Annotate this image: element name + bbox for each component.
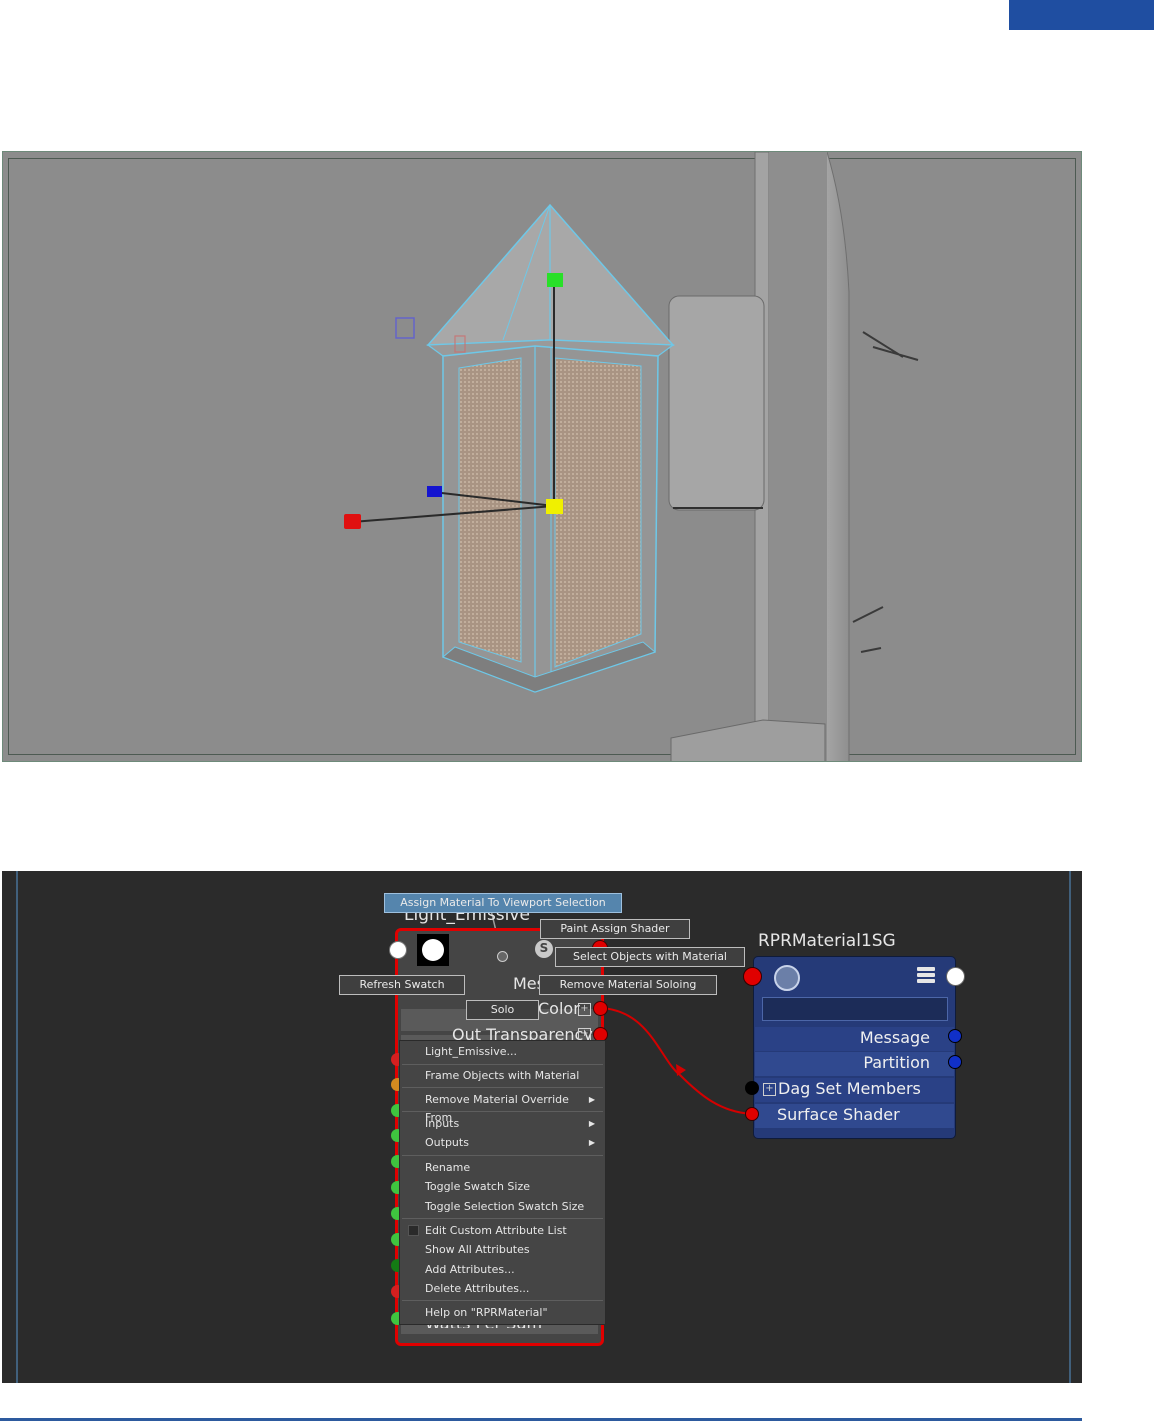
color-label: Color xyxy=(538,999,580,1018)
checkbox-icon[interactable] xyxy=(408,1225,419,1236)
shading-group-title: RPRMaterial1SG xyxy=(758,931,896,951)
gizmo-blue-square xyxy=(395,317,415,339)
material-swatch-icon[interactable] xyxy=(417,934,449,966)
sg-row-message[interactable]: Message xyxy=(755,1027,954,1051)
refresh-swatch-button[interactable]: Refresh Swatch xyxy=(339,975,465,995)
menu-item-show-all-attributes[interactable]: Show All Attributes xyxy=(425,1241,599,1259)
submenu-arrow-icon: ▶ xyxy=(588,1119,595,1128)
panel-divider xyxy=(1069,871,1071,1383)
submenu-arrow-icon: ▶ xyxy=(588,1138,595,1147)
solo-badge-icon[interactable]: S xyxy=(535,940,553,958)
radial-menu-center xyxy=(497,951,508,962)
3d-viewport[interactable] xyxy=(2,151,1082,762)
footer-rule xyxy=(0,1418,1082,1421)
menu-item-node-name[interactable]: Light_Emissive... xyxy=(425,1043,599,1061)
sg-surface-shader-port[interactable] xyxy=(745,1107,759,1121)
assign-material-button[interactable]: Assign Material To Viewport Selection xyxy=(384,893,622,913)
menu-item-toggle-swatch[interactable]: Toggle Swatch Size xyxy=(425,1178,599,1196)
node-context-menu[interactable]: Light_Emissive... Frame Objects with Mat… xyxy=(399,1040,606,1325)
menu-item-edit-custom-attribute-list[interactable]: Edit Custom Attribute List xyxy=(425,1222,599,1240)
expand-icon[interactable]: + xyxy=(578,1003,591,1016)
menu-item-help[interactable]: Help on "RPRMaterial" xyxy=(425,1304,599,1322)
paint-assign-shader-button[interactable]: Paint Assign Shader xyxy=(540,919,690,939)
manipulator-x-handle xyxy=(344,514,361,529)
sg-attr-label: Partition xyxy=(863,1053,930,1072)
sg-attr-label: + Dag Set Members xyxy=(763,1079,921,1098)
menu-item-add-attributes[interactable]: Add Attributes... xyxy=(425,1261,599,1279)
menu-item-toggle-selection-swatch[interactable]: Toggle Selection Swatch Size xyxy=(425,1198,599,1216)
sg-row-dag-set-members[interactable]: + Dag Set Members xyxy=(755,1078,954,1102)
remove-material-soloing-button[interactable]: Remove Material Soloing xyxy=(539,975,717,995)
viewport-scene xyxy=(344,152,919,761)
menu-item-frame-objects[interactable]: Frame Objects with Material xyxy=(425,1067,599,1085)
menu-item-rename[interactable]: Rename xyxy=(425,1159,599,1177)
sg-attr-label: Message xyxy=(859,1028,930,1047)
expand-icon[interactable]: + xyxy=(763,1083,776,1096)
sg-message-port[interactable] xyxy=(948,1029,962,1043)
menu-item-label: Inputs xyxy=(425,1117,460,1130)
sg-row-partition[interactable]: Partition xyxy=(755,1052,954,1076)
menu-item-outputs[interactable]: Outputs ▶ xyxy=(425,1134,599,1152)
manipulator-z-handle xyxy=(427,486,442,497)
sg-row-surface-shader[interactable]: Surface Shader xyxy=(755,1104,954,1128)
sg-output-port[interactable] xyxy=(946,967,965,986)
submenu-arrow-icon: ▶ xyxy=(588,1095,595,1104)
panel-divider xyxy=(16,871,18,1383)
solo-button[interactable]: Solo xyxy=(466,1000,539,1020)
select-objects-with-material-button[interactable]: Select Objects with Material xyxy=(555,947,745,967)
sg-attr-label: Surface Shader xyxy=(777,1105,900,1124)
sg-attr-text: Dag Set Members xyxy=(778,1079,921,1098)
header-accent-bar xyxy=(1009,0,1154,30)
shading-group-node[interactable]: Message Partition + Dag Set Members Surfa… xyxy=(753,956,956,1139)
shading-group-field[interactable] xyxy=(762,997,948,1021)
mounting-plate xyxy=(668,295,765,511)
manipulator-y-handle xyxy=(547,273,563,287)
node-input-port[interactable] xyxy=(389,941,407,959)
lantern-glass-right xyxy=(554,357,642,668)
sg-dag-port[interactable] xyxy=(745,1081,759,1095)
menu-item-label: Outputs xyxy=(425,1136,469,1149)
menu-item-remove-override[interactable]: Remove Material Override From ▶ xyxy=(425,1091,599,1124)
menu-item-inputs[interactable]: Inputs ▶ xyxy=(425,1115,599,1133)
sg-input-port[interactable] xyxy=(743,967,762,986)
attribute-list-icon[interactable] xyxy=(917,967,935,985)
menu-item-delete-attributes[interactable]: Delete Attributes... xyxy=(425,1280,599,1298)
color-port[interactable] xyxy=(593,1001,608,1016)
shading-group-icon xyxy=(774,965,800,991)
manipulator-center-handle xyxy=(546,499,563,514)
sg-partition-port[interactable] xyxy=(948,1055,962,1069)
